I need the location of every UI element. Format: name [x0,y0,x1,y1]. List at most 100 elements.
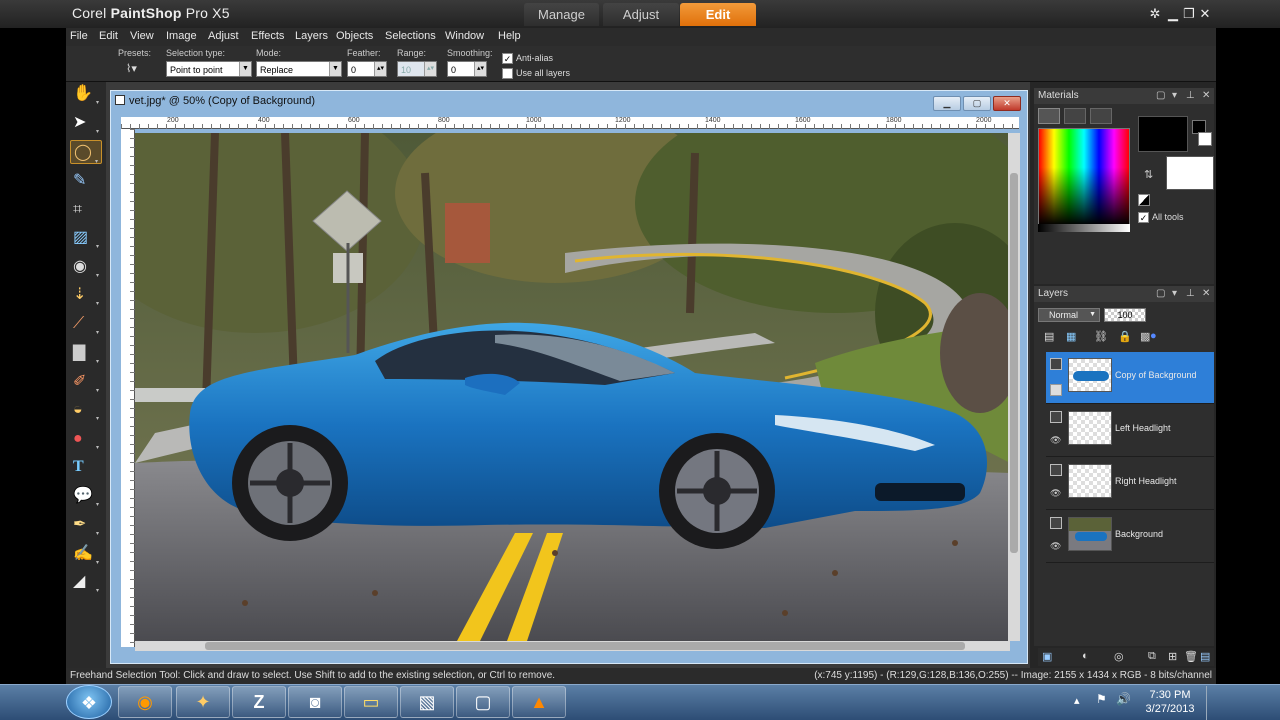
taskbar-app-7[interactable]: ▢ [456,686,510,718]
tray-arrow-icon[interactable]: ▴ [1074,694,1080,707]
taskbar-clock[interactable]: 7:30 PM 3/27/2013 [1140,688,1200,716]
menu-file[interactable]: File [70,30,88,42]
color-replacer-tool-button[interactable]: ● ▾ [70,427,102,451]
pan-tool-button[interactable]: ✋ ▾ [70,82,102,106]
menu-effects[interactable]: Effects [251,30,284,42]
use-all-layers-checkbox[interactable] [502,68,513,79]
foreground-color-swatch[interactable] [1138,116,1188,152]
frame-tab-icon[interactable] [1038,108,1060,124]
makeover-tool-button[interactable]: ⇣ ▾ [70,283,102,307]
doc-close-button[interactable]: ✕ [993,96,1021,111]
color-picker-spectrum[interactable] [1038,128,1130,226]
adjustment-layer-icon[interactable]: ◐ [1082,650,1089,662]
mode-select[interactable]: Replace ▼ [256,61,342,77]
horizontal-scrollbar[interactable] [135,641,1010,651]
background-color-swatch[interactable] [1166,156,1214,190]
lock-transparency-icon[interactable]: ▩ [1140,330,1150,343]
panel-menu-icon[interactable]: ▾ [1172,88,1177,104]
panel-pin-icon[interactable]: ⊥ [1186,286,1195,302]
tab-manage[interactable]: Manage [524,3,599,26]
menu-edit[interactable]: Edit [99,30,118,42]
layer-row[interactable]: 👁 Right Headlight [1046,458,1214,510]
anti-alias-checkbox[interactable]: ✓ [502,53,513,64]
panel-pin-icon[interactable]: ⊥ [1186,88,1195,104]
panel-maximize-icon[interactable]: ▢ [1156,88,1165,104]
delete-layer-icon[interactable]: 🗑 [1184,650,1198,663]
smoothing-input[interactable]: 0 ▴▾ [447,61,487,77]
vertical-scroll-thumb[interactable] [1010,173,1018,553]
close-icon[interactable]: ✕ [1196,5,1214,23]
red-eye-tool-button[interactable]: ◉ ▾ [70,255,102,279]
layer-visibility-box[interactable] [1050,384,1062,396]
taskbar-zonealarm[interactable]: Z [232,686,286,718]
eraser-tool-button[interactable]: ◢ ▾ [70,570,102,594]
layer-options-icon[interactable]: ▤ [1200,650,1210,663]
layer-row[interactable]: 👁 Background [1046,511,1214,563]
selection-type-select[interactable]: Point to point ▼ [166,61,252,77]
spinner-icon[interactable]: ▴▾ [374,62,386,76]
clone-brush-tool-button[interactable]: ⟋ ▾ [70,312,102,336]
duplicate-layer-icon[interactable]: ⧉ [1148,650,1156,663]
volume-icon[interactable]: 🔊 [1116,692,1131,706]
lock-icon[interactable]: 🔒 [1118,330,1132,343]
menu-adjust[interactable]: Adjust [208,30,239,42]
panel-close-icon[interactable]: ✕ [1202,286,1210,302]
panel-menu-icon[interactable]: ▾ [1172,286,1177,302]
show-desktop-button[interactable] [1206,686,1216,720]
menu-help[interactable]: Help [498,30,521,42]
tab-edit[interactable]: Edit [680,3,756,26]
image-canvas[interactable] [135,133,1010,641]
presets-lasso-icon[interactable]: ⌇▾ [126,62,146,76]
all-tools-checkbox[interactable]: ✓ [1138,212,1149,223]
pick-tool-button[interactable]: ➤ ▾ [70,111,102,135]
layer-style-icon[interactable]: ● [1150,330,1157,342]
range-input[interactable]: 10 ▴▾ [397,61,437,77]
mini-bg-swatch[interactable] [1198,132,1212,146]
taskbar-app-2[interactable]: ✦ [176,686,230,718]
blend-mode-select[interactable]: Normal ▼ [1038,308,1100,322]
retouch-brush-tool-button[interactable]: ✍ ▾ [70,542,102,566]
text-tool-button[interactable]: T [70,455,102,479]
dropper-tool-button[interactable]: ✎ [70,169,102,193]
taskbar-vlc[interactable]: ▲ [512,686,566,718]
menu-objects[interactable]: Objects [336,30,373,42]
swap-colors-icon[interactable]: ⇅ [1144,168,1153,181]
eye-icon[interactable]: 👁 [1050,435,1061,446]
gradient-tool-button[interactable]: ▇ ▾ [70,341,102,365]
spinner-icon[interactable]: ▴▾ [424,62,436,76]
grayscale-strip[interactable] [1038,224,1130,232]
fill-tool-button[interactable]: ◒ ▾ [70,398,102,422]
panel-close-icon[interactable]: ✕ [1202,88,1210,104]
feather-input[interactable]: 0 ▴▾ [347,61,387,77]
reset-colors-icon[interactable] [1138,194,1150,206]
taskbar-camera-app[interactable]: ◙ [288,686,342,718]
taskbar-explorer[interactable]: ▭ [344,686,398,718]
start-button[interactable]: ❖ [66,685,112,719]
tab-adjust[interactable]: Adjust [603,3,679,26]
doc-maximize-button[interactable]: ▢ [963,96,991,111]
panel-maximize-icon[interactable]: ▢ [1156,286,1165,302]
eye-icon[interactable]: 👁 [1050,541,1061,552]
layer-group-icon[interactable]: ▤ [1044,330,1054,343]
doc-minimize-button[interactable]: ▁ [933,96,961,111]
shape-tool-button[interactable]: 💬 ▾ [70,484,102,508]
mask-icon[interactable]: ◎ [1114,650,1124,663]
layer-row[interactable]: Copy of Background [1046,352,1214,404]
new-layer-icon[interactable]: ▣ [1042,650,1052,663]
freehand-selection-tool-button[interactable]: ◯ ▾ [70,140,102,165]
taskbar-firefox[interactable]: ◉ [118,686,172,718]
opacity-input[interactable]: 100 [1104,308,1146,322]
layer-row[interactable]: 👁 Left Headlight [1046,405,1214,457]
eye-icon[interactable]: 👁 [1050,488,1061,499]
taskbar-paintshop[interactable]: ▧ [400,686,454,718]
swatches-tab-icon[interactable] [1090,108,1112,124]
paint-brush-tool-button[interactable]: ✐ ▾ [70,370,102,394]
link-icon[interactable]: ⛓ [1094,330,1108,343]
spinner-icon[interactable]: ▴▾ [474,62,486,76]
menu-view[interactable]: View [130,30,154,42]
action-center-flag-icon[interactable]: ⚑ [1096,692,1107,706]
layer-type-icon[interactable]: ▦ [1066,330,1076,343]
settings-gear-icon[interactable]: ✲ [1146,5,1164,23]
horizontal-scroll-thumb[interactable] [205,642,965,650]
layer-properties-icon[interactable]: ⊞ [1168,650,1177,663]
